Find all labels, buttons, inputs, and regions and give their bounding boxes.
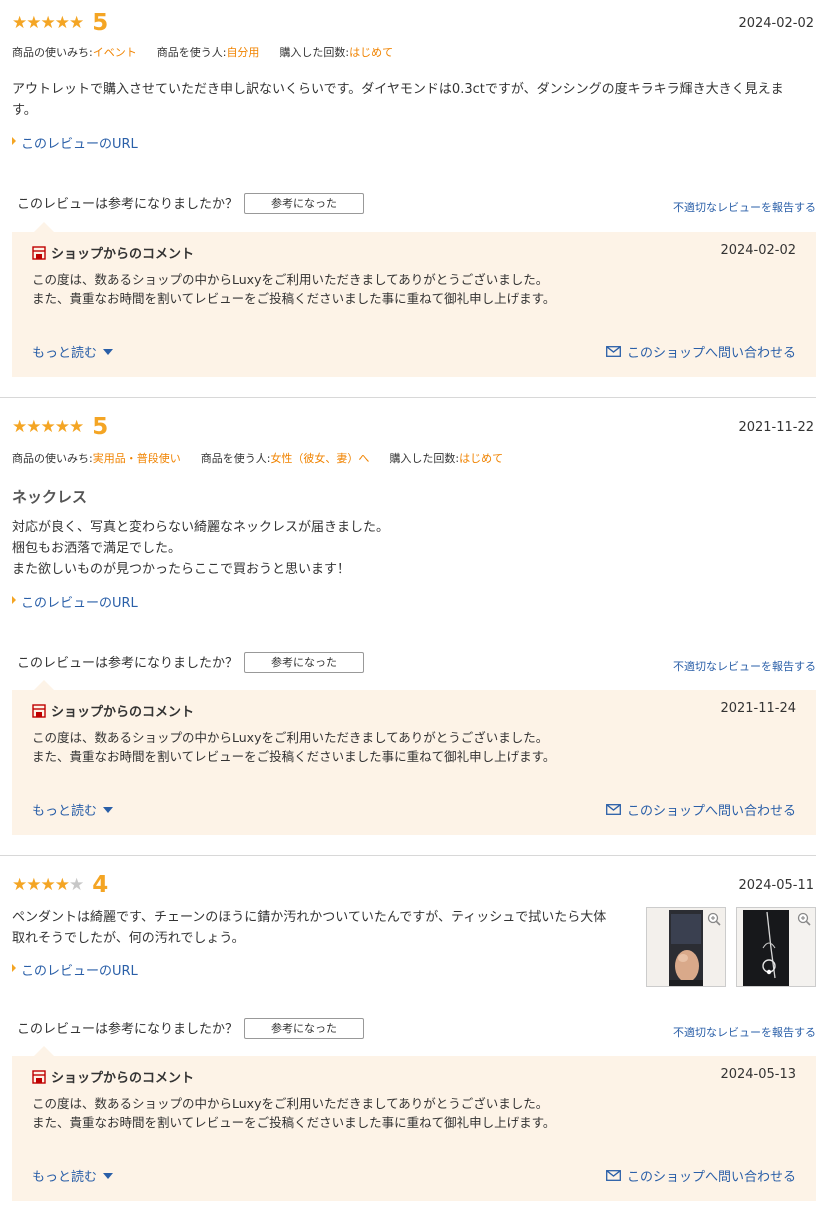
shop-comment-title: ショップからのコメント [32,1067,194,1086]
review-meta: 商品の使いみち:実用品・普段使い 商品を使う人:女性（彼女、妻）へ 購入した回数… [12,450,523,466]
shop-comment: ショップからのコメント 2024-02-02 この度は、数あるショップの中からL… [12,222,816,377]
contact-shop-link[interactable]: このショップへ問い合わせる [606,1166,796,1185]
star-rating-icon: ★★★★★ [12,12,84,33]
report-review-link[interactable]: 不適切なレビューを報告する [673,658,816,674]
user-meta: 商品を使う人:自分用 [156,46,260,59]
helpful-button[interactable]: 参考になった [244,652,364,673]
shop-comment-date: 2024-02-02 [720,243,796,258]
review-title: ネックレス [12,488,88,506]
read-more-link[interactable]: もっと読む [32,1166,114,1185]
shop-comment-body: この度は、数あるショップの中からLuxyをご利用いただきましてありがとうございま… [32,730,556,764]
review-divider [0,397,816,398]
contact-shop-link[interactable]: このショップへ問い合わせる [606,800,796,819]
review-divider [0,855,816,856]
chevron-down-icon [103,1172,114,1179]
helpful-question: このレビューは参考になりましたか？ [17,656,239,671]
review-date: 2024-05-11 [738,878,814,893]
shop-comment-body: この度は、数あるショップの中からLuxyをご利用いただきましてありがとうございま… [32,1096,556,1130]
shop-comment: ショップからのコメント 2024-05-13 この度は、数あるショップの中からL… [12,1046,816,1201]
user-meta: 商品を使う人:女性（彼女、妻）へ [200,452,370,465]
rating-value: 4 [92,871,109,898]
helpful-question: このレビューは参考になりましたか？ [17,1022,239,1037]
shop-comment-body: この度は、数あるショップの中からLuxyをご利用いただきましてありがとうございま… [32,272,556,306]
review-body: ペンダントは綺麗です、チェーンのほうに錆か汚れかついていたんですが、ティッシュで… [12,910,607,946]
review-photo-thumbnail[interactable] [646,907,726,987]
zoom-icon [797,912,811,926]
report-review-link[interactable]: 不適切なレビューを報告する [673,1024,816,1040]
rating-row: ★★★★★ 5 [12,10,108,36]
shop-icon [32,703,46,718]
chevron-down-icon [103,348,114,355]
rating-row: ★★★★ ★ 4 [12,872,108,898]
review-photo-thumbnail[interactable] [736,907,816,987]
shop-comment-title: ショップからのコメント [32,701,194,720]
helpful-question: このレビューは参考になりましたか？ [17,197,239,212]
count-meta: 購入した回数:はじめて [279,46,394,59]
review-date: 2024-02-02 [738,16,814,31]
star-empty-icon: ★ [68,874,84,895]
mail-icon [606,346,621,357]
triangle-right-icon [12,137,16,145]
shop-icon [32,245,46,260]
triangle-right-icon [12,964,16,972]
review-url-link[interactable]: このレビューのURL [12,960,138,979]
star-rating-icon: ★★★★ [12,874,70,895]
report-review-link[interactable]: 不適切なレビューを報告する [673,199,816,215]
read-more-link[interactable]: もっと読む [32,342,114,361]
zoom-icon [707,912,721,926]
review-body: 対応が良く、写真と変わらない綺麗なネックレスが届きました。 梱包もお洒落で満足で… [12,520,390,577]
rating-value: 5 [92,413,109,440]
count-meta: 購入した回数:はじめて [389,452,504,465]
mail-icon [606,804,621,815]
review-url-link[interactable]: このレビューのURL [12,133,138,152]
mail-icon [606,1170,621,1181]
rating-row: ★★★★★ 5 [12,414,108,440]
usage-meta: 商品の使いみち:実用品・普段使い [12,452,181,465]
star-rating-icon: ★★★★★ [12,416,84,437]
review-url-link[interactable]: このレビューのURL [12,592,138,611]
shop-comment-title: ショップからのコメント [32,243,194,262]
review-body: アウトレットで購入させていただき申し訳ないくらいです。ダイヤモンドは0.3ctで… [12,82,784,118]
triangle-right-icon [12,596,16,604]
shop-comment-date: 2021-11-24 [720,701,796,716]
shop-comment: ショップからのコメント 2021-11-24 この度は、数あるショップの中からL… [12,680,816,835]
usage-meta: 商品の使いみち:イベント [12,46,137,59]
helpful-button[interactable]: 参考になった [244,1018,364,1039]
rating-value: 5 [92,9,109,36]
contact-shop-link[interactable]: このショップへ問い合わせる [606,342,796,361]
review-meta: 商品の使いみち:イベント 商品を使う人:自分用 購入した回数:はじめて [12,44,413,60]
review-date: 2021-11-22 [738,420,814,435]
shop-icon [32,1069,46,1084]
helpful-button[interactable]: 参考になった [244,193,364,214]
shop-comment-date: 2024-05-13 [720,1067,796,1082]
chevron-down-icon [103,806,114,813]
read-more-link[interactable]: もっと読む [32,800,114,819]
